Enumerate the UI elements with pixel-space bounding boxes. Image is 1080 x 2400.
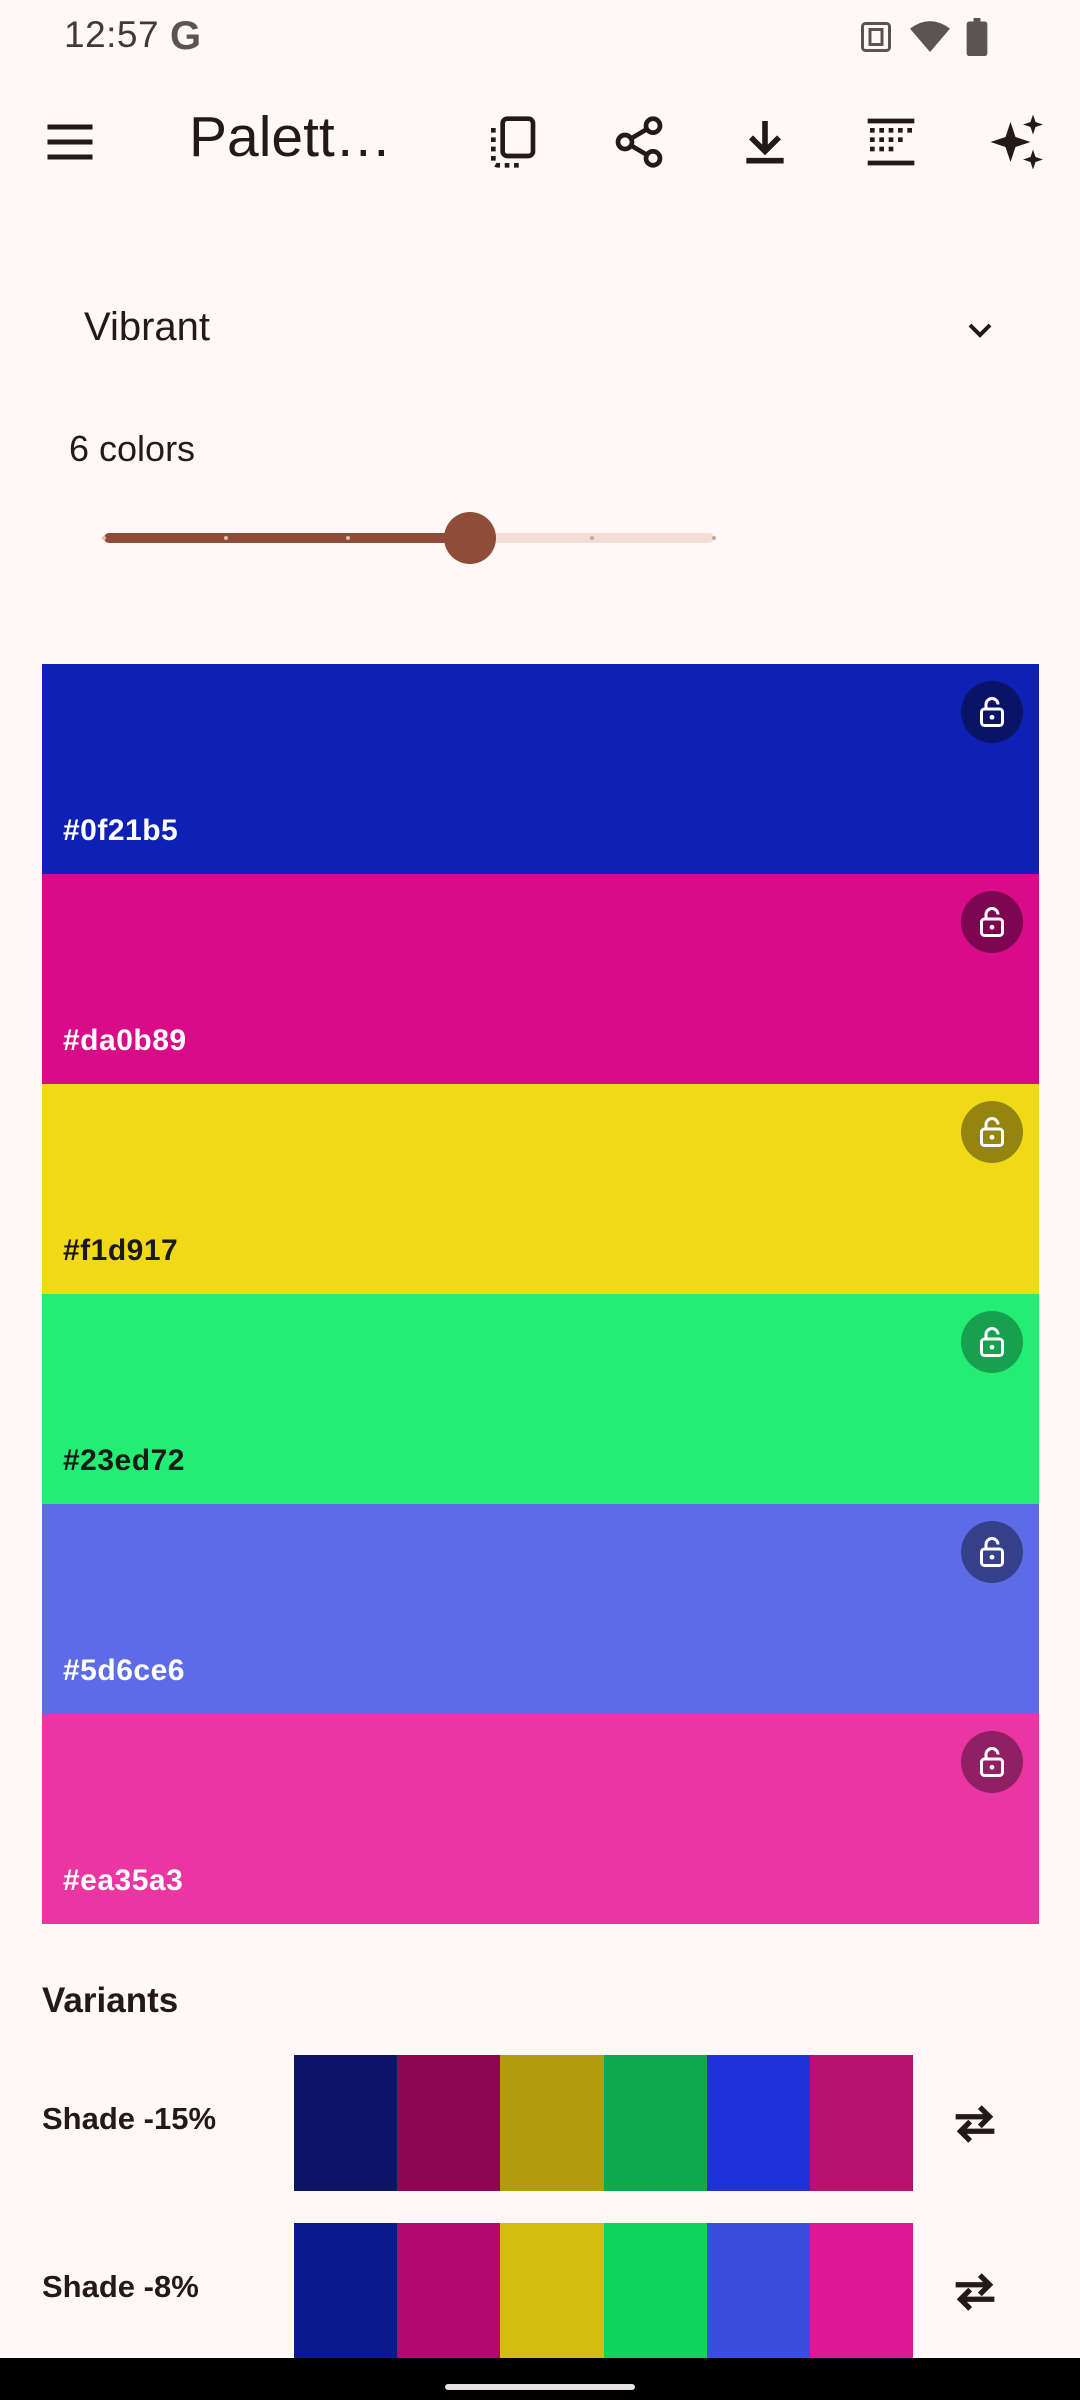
lock-open-icon	[980, 1537, 1004, 1567]
color-swatch[interactable]: #da0b89	[42, 874, 1039, 1084]
wifi-icon	[910, 19, 950, 60]
lock-button[interactable]	[961, 1731, 1023, 1793]
variant-row: Shade -8%	[0, 2223, 1080, 2359]
swatch-hex-label: #f1d917	[63, 1234, 179, 1267]
share-button[interactable]	[607, 110, 671, 174]
variant-strip[interactable]	[294, 2055, 914, 2191]
variants-heading: Variants	[42, 1981, 179, 2020]
lock-button[interactable]	[961, 891, 1023, 953]
variant-color[interactable]	[397, 2223, 501, 2359]
color-swatch[interactable]: #23ed72	[42, 1294, 1039, 1504]
variant-color[interactable]	[294, 2055, 398, 2191]
gradient-icon	[867, 118, 915, 166]
slider-track-active	[104, 533, 470, 543]
lock-button[interactable]	[961, 681, 1023, 743]
swatch-hex-label: #0f21b5	[63, 814, 179, 847]
color-count-label: 6 colors	[69, 428, 196, 469]
copy-icon	[491, 116, 536, 168]
swap-icon	[955, 2105, 995, 2143]
share-icon	[615, 116, 663, 168]
lock-button[interactable]	[961, 1521, 1023, 1583]
google-icon: G	[170, 14, 202, 58]
menu-button[interactable]	[40, 112, 100, 172]
battery-icon	[966, 18, 988, 61]
system-nav-bar	[0, 2358, 1080, 2400]
swap-icon	[955, 2273, 995, 2311]
color-swatch[interactable]: #5d6ce6	[42, 1504, 1039, 1714]
variant-color[interactable]	[500, 2055, 604, 2191]
variant-color[interactable]	[809, 2055, 914, 2191]
home-handle[interactable]	[445, 2384, 635, 2390]
lock-open-icon	[980, 1747, 1004, 1777]
slider-tick	[712, 536, 716, 540]
swatch-hex-label: #23ed72	[63, 1444, 185, 1477]
lock-open-icon	[980, 1327, 1004, 1357]
swatch-hex-label: #5d6ce6	[63, 1654, 185, 1687]
menu-icon	[47, 124, 93, 160]
slider-tick	[346, 536, 350, 540]
page-title: Palett…	[189, 105, 392, 169]
palette-type-dropdown[interactable]: Vibrant	[40, 270, 1040, 390]
variant-color[interactable]	[397, 2055, 501, 2191]
variant-label: Shade -15%	[42, 2101, 217, 2136]
variant-color[interactable]	[500, 2223, 604, 2359]
color-swatch[interactable]: #0f21b5	[42, 664, 1039, 874]
download-icon	[746, 121, 784, 164]
variant-color[interactable]	[603, 2055, 707, 2191]
variant-strip[interactable]	[294, 2223, 914, 2359]
download-button[interactable]	[733, 110, 797, 174]
variant-color[interactable]	[809, 2223, 914, 2359]
swatch-hex-label: #da0b89	[63, 1024, 187, 1057]
swatch-hex-label: #ea35a3	[63, 1864, 184, 1897]
dropdown-selected-value: Vibrant	[84, 305, 211, 349]
slider-tick	[590, 536, 594, 540]
apply-variant-button[interactable]	[946, 2263, 1004, 2321]
variant-row: Shade -15%	[0, 2055, 1080, 2191]
lock-button[interactable]	[961, 1311, 1023, 1373]
color-count-slider[interactable]	[102, 512, 716, 564]
slider-tick	[102, 536, 106, 540]
generate-button[interactable]	[986, 110, 1050, 174]
status-icons	[858, 18, 988, 61]
slider-thumb[interactable]	[444, 512, 496, 564]
chevron-down-icon	[968, 323, 992, 338]
lock-button[interactable]	[961, 1101, 1023, 1163]
status-bar: 12:57 G	[0, 0, 1080, 76]
top-app-bar: Palett…	[0, 92, 1080, 192]
lock-open-icon	[980, 1117, 1004, 1147]
sparkle-icon	[990, 114, 1043, 170]
status-time: 12:57	[64, 14, 160, 55]
palette-swatches: #0f21b5 #da0b89 #f1d917 #23ed72 #5d6ce6 …	[42, 664, 1039, 1924]
variant-color[interactable]	[706, 2223, 810, 2359]
color-swatch[interactable]: #ea35a3	[42, 1714, 1039, 1924]
slider-tick	[224, 536, 228, 540]
gradient-button[interactable]	[859, 110, 923, 174]
nfc-icon	[858, 19, 894, 60]
copy-button[interactable]	[480, 110, 544, 174]
color-swatch[interactable]: #f1d917	[42, 1084, 1039, 1294]
lock-open-icon	[980, 697, 1004, 727]
variant-color[interactable]	[294, 2223, 398, 2359]
variant-color[interactable]	[603, 2223, 707, 2359]
variant-label: Shade -8%	[42, 2269, 199, 2304]
variant-color[interactable]	[706, 2055, 810, 2191]
apply-variant-button[interactable]	[946, 2095, 1004, 2153]
lock-open-icon	[980, 907, 1004, 937]
